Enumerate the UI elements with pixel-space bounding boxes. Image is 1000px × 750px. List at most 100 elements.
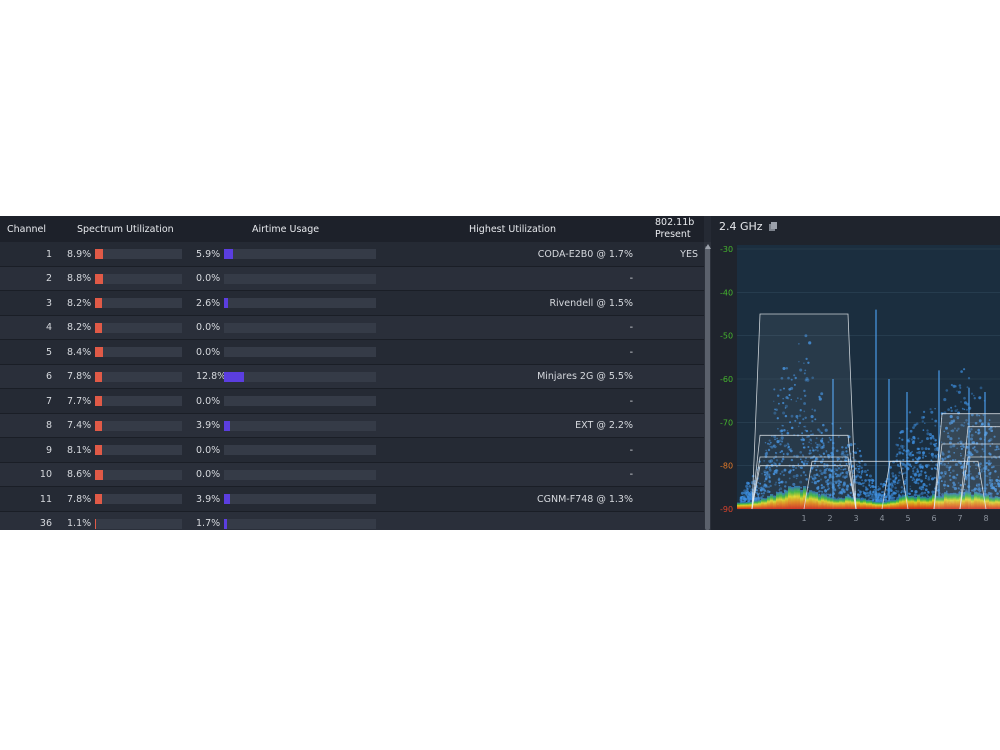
highest-utilization-cell: CGNM-F748 @ 1.3% [537,493,633,505]
airtime-usage-fill [224,371,244,382]
spectrum-panel: -30 -40 -50 -60 -70 -80 -90 1 2 3 4 5 6 7 8 2.4 GHz [711,216,1000,530]
airtime-usage-bar [224,249,376,259]
spectrum-utilization-fill [95,396,102,406]
spectrum-utilization-fill [95,298,103,308]
spectrum-utilization-bar [95,371,182,382]
copy-icon[interactable] [768,222,777,231]
spectrum-waterfall-chart: -30 -40 -50 -60 -70 -80 -90 1 2 3 4 5 6 7 8 [720,245,1000,523]
airtime-usage-fill [224,249,234,259]
spectrum-utilization-fill [95,249,103,259]
highest-utilization-cell: - [629,346,633,358]
spectrum-analysis-view: Channel Spectrum Utilization Airtime Usa… [0,216,1000,530]
airtime-usage-value: 2.6% [196,297,221,309]
channel-cell: 5 [45,346,52,358]
highest-utilization-cell: - [629,322,633,333]
airtime-usage-value: 0.0% [196,273,221,284]
table-row[interactable]: 2 8.8% 0.0% - [0,266,704,291]
table-row[interactable]: 3 8.2% 2.6% Rivendell @ 1.5% [0,291,704,316]
x-tick-label: 8 [983,514,988,523]
table-row[interactable]: 6 7.8% 12.8% Minjares 2G @ 5.5% [0,364,704,389]
airtime-usage-value: 0.0% [196,395,221,407]
table-row[interactable]: 9 8.1% 0.0% - [0,438,704,463]
spectrum-utilization-bar [95,494,182,504]
table-row[interactable]: 11 7.8% 3.9% CGNM-F748 @ 1.3% [0,487,704,512]
airtime-usage-bar [224,396,376,406]
y-tick-label: -40 [720,288,733,297]
y-tick-label: -50 [720,332,733,341]
spectrum-utilization-bar [95,420,182,431]
spectrum-utilization-fill [95,347,103,357]
table-row[interactable]: 1 8.9% 5.9% CODA-E2B0 @ 1.7% YES [0,242,704,267]
channel-cell: 36 [39,518,52,529]
80211b-present-cell [640,414,698,438]
airtime-usage-fill [224,298,229,308]
channel-table: Channel Spectrum Utilization Airtime Usa… [0,216,704,530]
table-scrollbar[interactable] [704,242,711,530]
airtime-usage-value: 3.9% [196,493,221,505]
80211b-present-cell [640,340,698,364]
spectrum-utilization-value: 7.8% [67,371,92,382]
spectrum-utilization-fill [95,322,103,333]
x-tick-label: 6 [931,514,936,523]
highest-utilization-cell: - [629,273,633,284]
highest-utilization-cell: CODA-E2B0 @ 1.7% [537,248,633,260]
80211b-present-cell [640,463,698,487]
highest-utilization-cell: - [629,469,633,480]
airtime-usage-value: 5.9% [196,248,221,260]
80211b-present-cell [640,487,698,511]
highest-utilization-cell: Rivendell @ 1.5% [549,297,633,309]
spectrum-utilization-bar [95,273,182,284]
header-spectrum-utilization[interactable]: Spectrum Utilization [77,216,174,242]
airtime-usage-bar [224,518,376,529]
channel-cell: 11 [39,493,52,505]
80211b-present-cell: YES [680,248,698,260]
80211b-present-cell [640,389,698,413]
table-row[interactable]: 10 8.6% 0.0% - [0,462,704,487]
airtime-usage-bar [224,494,376,504]
header-airtime-usage[interactable]: Airtime Usage [252,216,319,242]
highest-utilization-cell: - [629,395,633,407]
header-80211b-present[interactable]: 802.11b Present [655,216,694,242]
spectrum-utilization-value: 7.4% [67,420,92,431]
y-tick-label: -70 [720,418,733,427]
airtime-usage-value: 0.0% [196,322,221,333]
airtime-usage-value: 0.0% [196,469,221,480]
airtime-usage-fill [224,420,231,431]
y-tick-label: -90 [720,505,733,514]
header-80211b-line1: 802.11b [655,217,695,228]
spectrum-utilization-value: 8.8% [67,273,92,284]
spectrum-utilization-fill [95,518,96,529]
spectrum-utilization-fill [95,273,103,284]
airtime-usage-bar [224,371,376,382]
table-row[interactable]: 36 1.1% 1.7% [0,511,704,530]
x-tick-label: 2 [827,514,832,523]
airtime-usage-bar [224,347,376,357]
table-row[interactable]: 4 8.2% 0.0% - [0,315,704,340]
spectrum-utilization-value: 8.2% [67,322,92,333]
airtime-usage-bar [224,469,376,480]
table-header: Channel Spectrum Utilization Airtime Usa… [0,216,704,242]
header-highest-utilization[interactable]: Highest Utilization [469,216,556,242]
scrollbar-thumb[interactable] [705,246,710,530]
y-tick-label: -60 [720,375,733,384]
80211b-present-cell [640,316,698,340]
table-row[interactable]: 7 7.7% 0.0% - [0,389,704,414]
table-row[interactable]: 8 7.4% 3.9% EXT @ 2.2% [0,413,704,438]
spectrum-utilization-bar [95,518,182,529]
channel-cell: 8 [45,420,52,431]
spectrum-utilization-bar [95,445,182,455]
spectrum-utilization-bar [95,298,182,308]
spectrum-utilization-value: 8.2% [67,297,92,309]
table-row[interactable]: 5 8.4% 0.0% - [0,340,704,365]
80211b-present-cell [640,365,698,389]
header-channel[interactable]: Channel [7,216,46,242]
airtime-usage-bar [224,322,376,333]
airtime-usage-bar [224,298,376,308]
highest-utilization-cell: - [629,444,633,456]
airtime-usage-fill [224,494,231,504]
spectrum-utilization-fill [95,371,103,382]
x-tick-label: 1 [801,514,806,523]
80211b-present-cell [640,291,698,315]
spectrum-utilization-fill [95,494,103,504]
channel-cell: 6 [45,371,52,382]
